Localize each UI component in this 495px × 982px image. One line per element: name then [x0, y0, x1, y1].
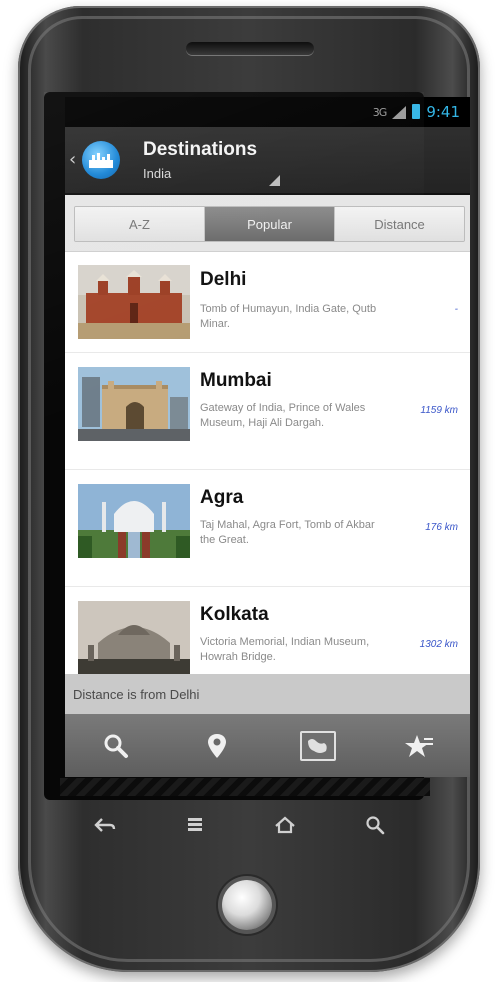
search-key-icon[interactable] [355, 815, 395, 840]
destination-description: Taj Mahal, Agra Fort, Tomb of Akbar the … [200, 519, 375, 546]
destination-name: Kolkata [200, 604, 269, 625]
thumbnail-kolkata [78, 601, 190, 674]
destination-list: Delhi Tomb of Humayun, India Gate, Qutb … [65, 252, 470, 674]
bezel-pattern [60, 778, 430, 796]
list-item-agra[interactable]: Agra Taj Mahal, Agra Fort, Tomb of Akbar… [65, 470, 470, 587]
hardware-keys [60, 808, 420, 846]
battery-icon [412, 105, 421, 119]
destination-name: Agra [200, 487, 244, 508]
tab-a-z[interactable]: A-Z [75, 207, 205, 241]
destination-name: Delhi [200, 269, 247, 290]
list-item-delhi[interactable]: Delhi Tomb of Humayun, India Gate, Qutb … [65, 252, 470, 353]
destination-description: Tomb of Humayun, India Gate, Qutb Minar. [200, 303, 377, 330]
search-icon[interactable] [96, 726, 136, 766]
dropdown-indicator-icon[interactable] [269, 175, 280, 186]
destination-description: Victoria Memorial, Indian Museum, Howrah… [200, 636, 370, 663]
back-key-icon[interactable] [85, 816, 125, 838]
status-time: 9:41 [426, 103, 460, 121]
trackball[interactable] [222, 880, 272, 930]
signal-icon [392, 105, 407, 119]
distance-note: Distance is from Delhi [65, 674, 470, 714]
map-icon [300, 730, 337, 761]
list-item-kolkata[interactable]: Kolkata Victoria Memorial, Indian Museum… [65, 587, 470, 674]
app-logo-icon[interactable] [82, 141, 120, 179]
bottom-toolbar [65, 714, 470, 777]
app-screen: 3G 9:41 ‹ Destinations India A-Z Popular… [65, 97, 470, 777]
destination-distance: 1302 km [419, 639, 458, 650]
status-bar: 3G 9:41 [65, 97, 470, 127]
thumbnail-mumbai [78, 367, 190, 441]
map-icon-button[interactable] [298, 726, 338, 766]
up-navigation-icon[interactable]: ‹ [69, 149, 76, 170]
country-selector[interactable]: India [143, 166, 171, 181]
thumbnail-agra [78, 484, 190, 558]
destination-description: Gateway of India, Prince of Wales Museum… [200, 402, 366, 429]
menu-key-icon[interactable] [175, 816, 215, 838]
location-pin-icon[interactable] [197, 726, 237, 766]
destination-distance: 176 km [425, 522, 458, 533]
signal-indicator: 3G [372, 105, 387, 119]
skyline-icon [89, 153, 113, 168]
destination-name: Mumbai [200, 370, 272, 391]
favorite-star-icon[interactable] [399, 726, 439, 766]
tab-popular[interactable]: Popular [205, 207, 335, 241]
list-item-mumbai[interactable]: Mumbai Gateway of India, Prince of Wales… [65, 353, 470, 470]
home-key-icon[interactable] [265, 816, 305, 839]
sort-tabs-container: A-Z Popular Distance [65, 195, 470, 252]
tab-distance[interactable]: Distance [335, 207, 464, 241]
earpiece-speaker [186, 42, 314, 55]
destination-distance: 1159 km [420, 405, 458, 416]
sort-tabs: A-Z Popular Distance [74, 206, 465, 242]
page-title: Destinations [143, 139, 258, 160]
action-bar: ‹ Destinations India [65, 127, 470, 195]
destination-distance: - [454, 304, 458, 315]
thumbnail-delhi [78, 265, 190, 339]
